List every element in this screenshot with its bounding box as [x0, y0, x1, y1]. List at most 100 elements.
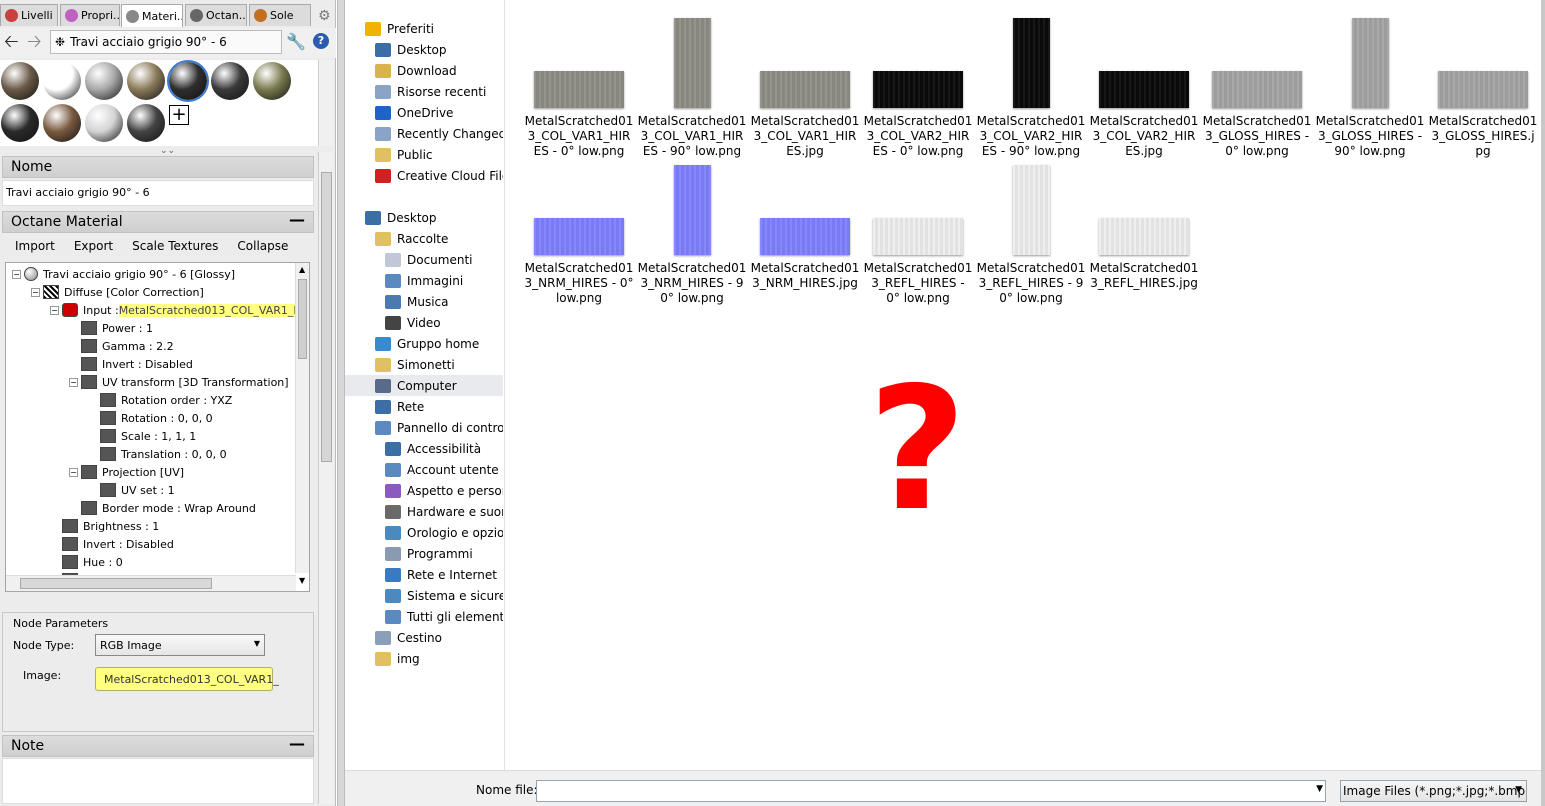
material-name-field[interactable]: ❉ Travi acciaio grigio 90° - 6 [50, 30, 282, 54]
gear-icon[interactable]: ⚙ [318, 8, 331, 24]
nav-item[interactable]: OneDrive [345, 102, 503, 123]
note-field[interactable] [2, 758, 314, 804]
file-item[interactable]: MetalScratched013_GLOSS_HIRES - 90° low.… [1315, 18, 1425, 158]
nav-item[interactable]: Download [345, 60, 503, 81]
material-swatch[interactable] [85, 104, 123, 142]
tree-horizontal-scrollbar[interactable] [6, 575, 296, 591]
tree-node[interactable]: − Travi acciaio grigio 90° - 6 [Glossy] [12, 265, 235, 283]
tree-collapse-icon[interactable]: − [12, 269, 21, 279]
image-field[interactable]: MetalScratched013_COL_VAR1_ [95, 667, 279, 691]
file-item[interactable]: MetalScratched013_COL_VAR2_HIRES.jpg [1089, 18, 1199, 158]
nav-item[interactable]: Rete [345, 396, 503, 417]
octane-export-button[interactable]: Export [74, 239, 113, 253]
tree-collapse-icon[interactable]: − [31, 287, 40, 297]
nav-item[interactable]: Hardware e suoni [345, 501, 503, 522]
file-item[interactable]: MetalScratched013_NRM_HIRES - 90° low.pn… [637, 165, 747, 305]
nav-item[interactable]: Preferiti [345, 18, 503, 39]
octane-import-button[interactable]: Import [15, 239, 55, 253]
tree-node[interactable]: Rotation : 0, 0, 0 [88, 409, 213, 427]
nav-item[interactable]: Computer [345, 375, 503, 396]
swatch-scrollbar[interactable] [318, 60, 334, 146]
material-swatch[interactable] [43, 62, 81, 100]
collapse-minus-icon[interactable]: — [289, 210, 305, 229]
file-item[interactable]: MetalScratched013_NRM_HIRES - 0° low.png [524, 165, 634, 305]
collapse-chevron-icon[interactable]: ⌄⌄ [160, 146, 175, 156]
file-item[interactable]: MetalScratched013_COL_VAR1_HIRES - 90° l… [637, 18, 747, 158]
file-item[interactable]: MetalScratched013_REFL_HIRES - 90° low.p… [976, 165, 1086, 305]
file-item[interactable]: MetalScratched013_COL_VAR1_HIRES - 0° lo… [524, 18, 634, 158]
nav-item[interactable]: Simonetti [345, 354, 503, 375]
nav-item[interactable]: Aspetto e persona [345, 480, 503, 501]
nav-item[interactable]: Immagini [345, 270, 503, 291]
panel-scrollbar[interactable] [318, 152, 334, 804]
file-item[interactable]: MetalScratched013_REFL_HIRES.jpg [1089, 165, 1199, 305]
tree-collapse-icon[interactable]: − [69, 467, 78, 477]
nav-item[interactable]: Programmi [345, 543, 503, 564]
back-arrow-icon[interactable]: 🡠 [4, 33, 19, 51]
tree-node[interactable]: Invert : Disabled [69, 355, 193, 373]
tab-4[interactable]: Sole [249, 4, 311, 26]
tab-0[interactable]: Livelli [0, 4, 58, 26]
material-swatch[interactable] [1, 104, 39, 142]
nav-item[interactable]: Recently Changed [345, 123, 503, 144]
material-swatch[interactable] [211, 62, 249, 100]
nav-item[interactable]: img [345, 648, 503, 669]
nav-item[interactable]: Raccolte [345, 228, 503, 249]
nav-item[interactable]: Rete e Internet [345, 564, 503, 585]
tab-3[interactable]: Octan... [185, 4, 247, 26]
tab-2[interactable]: Materi... [121, 4, 183, 27]
splitter[interactable] [337, 0, 345, 806]
material-swatch[interactable] [1, 62, 39, 100]
material-swatch[interactable] [127, 62, 165, 100]
node-type-select[interactable]: RGB Image ▼ [95, 634, 265, 656]
material-swatch[interactable] [253, 62, 291, 100]
nav-item[interactable]: Accessibilità [345, 438, 503, 459]
tree-node[interactable]: Border mode : Wrap Around [69, 499, 256, 517]
nav-item[interactable]: Pannello di controllo [345, 417, 503, 438]
material-swatch[interactable] [43, 104, 81, 142]
tree-node[interactable]: Rotation order : YXZ [88, 391, 232, 409]
octane-scale-textures-button[interactable]: Scale Textures [132, 239, 218, 253]
nav-item[interactable]: Creative Cloud Files [345, 165, 503, 186]
nav-item[interactable]: Desktop [345, 207, 503, 228]
nav-item[interactable]: Cestino [345, 627, 503, 648]
nav-item[interactable]: Desktop [345, 39, 503, 60]
file-item[interactable]: MetalScratched013_GLOSS_HIRES - 0° low.p… [1202, 18, 1312, 158]
nav-item[interactable]: Musica [345, 291, 503, 312]
tree-node[interactable]: Invert : Disabled [50, 535, 174, 553]
octane-collapse-button[interactable]: Collapse [237, 239, 288, 253]
nav-item[interactable]: Tutti gli elementi d [345, 606, 503, 627]
nav-item[interactable]: Sistema e sicurezz [345, 585, 503, 606]
tree-node[interactable]: Scale : 1, 1, 1 [88, 427, 196, 445]
forward-arrow-icon[interactable]: 🡢 [27, 33, 42, 51]
tree-vertical-scrollbar[interactable]: ▲ ▼ [295, 263, 309, 585]
nav-item[interactable]: Documenti [345, 249, 503, 270]
wrench-icon[interactable]: 🔧 [286, 33, 306, 51]
file-item[interactable]: MetalScratched013_GLOSS_HIRES.jpg [1428, 18, 1538, 158]
material-swatch[interactable] [85, 62, 123, 100]
add-material-button[interactable]: + [169, 105, 189, 125]
tree-node[interactable]: − Projection [UV] [69, 463, 184, 481]
file-item[interactable]: MetalScratched013_COL_VAR2_HIRES - 0° lo… [863, 18, 973, 158]
tree-node[interactable]: Power : 1 [69, 319, 153, 337]
help-icon[interactable]: ? [313, 33, 329, 49]
dropdown-arrow-icon[interactable]: ▼ [1316, 784, 1323, 794]
tree-node[interactable]: − UV transform [3D Transformation] [69, 373, 289, 391]
tree-node[interactable]: − Input : MetalScratched013_COL_VAR1_HI [50, 301, 305, 319]
tree-node[interactable]: Translation : 0, 0, 0 [88, 445, 227, 463]
filename-input[interactable]: ▼ [536, 780, 1326, 802]
nav-item[interactable]: Risorse recenti [345, 81, 503, 102]
tree-node[interactable]: Brightness : 1 [50, 517, 159, 535]
collapse-minus-icon[interactable]: — [289, 734, 305, 753]
file-item[interactable]: MetalScratched013_NRM_HIRES.jpg [750, 165, 860, 305]
tree-node[interactable]: UV set : 1 [88, 481, 175, 499]
tree-node[interactable]: Gamma : 2.2 [69, 337, 174, 355]
nav-item[interactable]: Account utente e p [345, 459, 503, 480]
tree-node[interactable]: − Diffuse [Color Correction] [31, 283, 204, 301]
nav-item[interactable]: Public [345, 144, 503, 165]
file-item[interactable]: MetalScratched013_COL_VAR1_HIRES.jpg [750, 18, 860, 158]
filetype-select[interactable]: Image Files (*.png;*.jpg;*.bmp;* ▼ [1340, 780, 1527, 802]
file-item[interactable]: MetalScratched013_COL_VAR2_HIRES - 90° l… [976, 18, 1086, 158]
tab-1[interactable]: Propri... [60, 4, 120, 26]
material-swatch[interactable] [127, 104, 165, 142]
